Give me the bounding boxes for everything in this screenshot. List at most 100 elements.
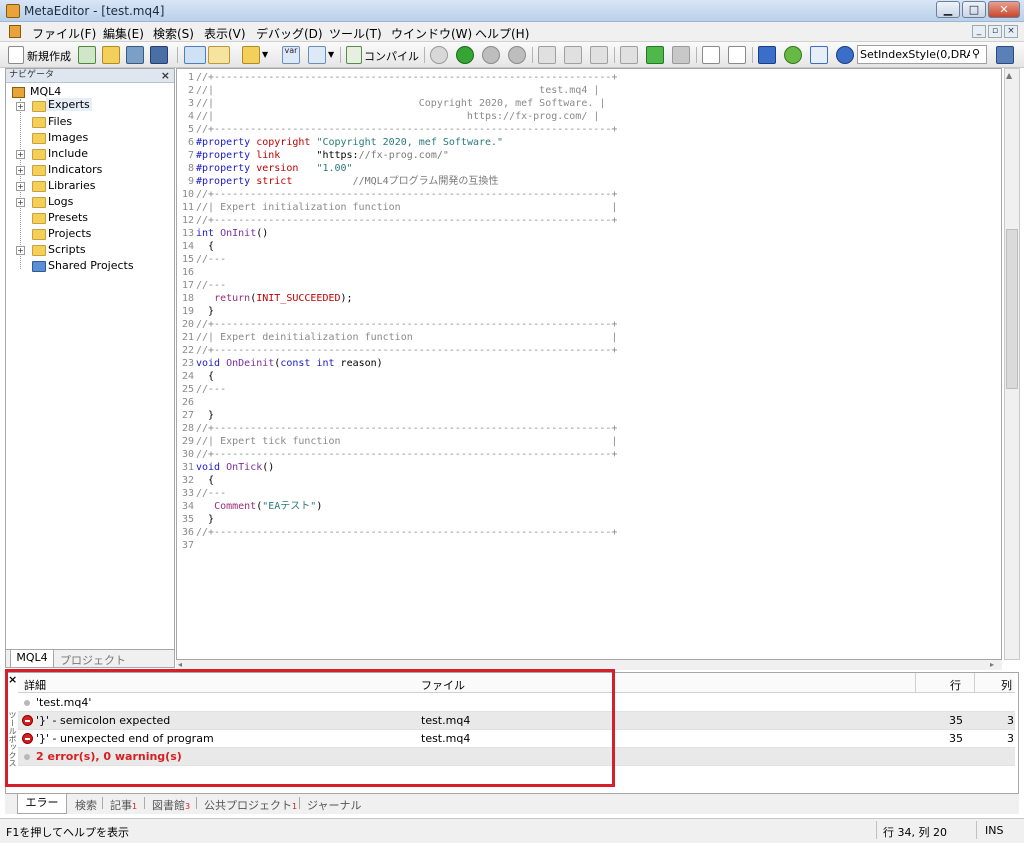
tree-item-files[interactable]: Files (48, 115, 72, 128)
code-line[interactable]: 7 #property link "https://fx-prog.com/" (177, 149, 1001, 162)
menu-search[interactable]: 検索(S) (153, 25, 194, 42)
code-editor[interactable]: 1//+------------------------------------… (176, 68, 1002, 660)
code-line[interactable]: 12//+-----------------------------------… (177, 214, 1001, 227)
new-project-icon[interactable] (78, 46, 96, 64)
mdi-close-button[interactable]: × (1004, 25, 1018, 38)
code-line[interactable]: 4//| https://fx-prog.com/ | (177, 110, 1001, 123)
code-line[interactable]: 8 #property version "1.00" (177, 162, 1001, 175)
scroll-left-icon[interactable]: ◂ (178, 660, 182, 669)
code-line[interactable]: 28//+-----------------------------------… (177, 422, 1001, 435)
pen-icon[interactable] (758, 46, 776, 64)
code-line[interactable]: 25//--- (177, 383, 1001, 396)
vertical-scrollbar[interactable]: ▲ (1004, 68, 1020, 660)
save-icon[interactable] (126, 46, 144, 64)
code-line[interactable]: 32 { (177, 474, 1001, 487)
tab-journal[interactable]: ジャーナル (307, 797, 361, 813)
tree-item-projects[interactable]: Projects (48, 227, 91, 240)
tree-item-logs[interactable]: Logs (48, 195, 73, 208)
tab-mql4[interactable]: MQL4 (10, 650, 54, 668)
compile-icon[interactable] (346, 46, 362, 64)
code-line[interactable]: 6 #property copyright "Copyright 2020, me… (177, 136, 1001, 149)
menu-debug[interactable]: デバッグ(D) (256, 25, 323, 42)
code-line[interactable]: 10//+-----------------------------------… (177, 188, 1001, 201)
history-stop-icon[interactable] (672, 46, 690, 64)
chevron-down-icon[interactable]: ▼ (262, 50, 268, 59)
code-line[interactable]: 2//| test.mq4 | (177, 84, 1001, 97)
code-area[interactable]: 1//+------------------------------------… (177, 71, 1001, 552)
navigator-toggle-icon[interactable] (184, 46, 206, 64)
code-line[interactable]: 17//--- (177, 279, 1001, 292)
tab-public-projects[interactable]: 公共プロジェクト1 (204, 797, 297, 813)
code-line[interactable]: 35 } (177, 513, 1001, 526)
code-line[interactable]: 34 Comment("EAテスト") (177, 500, 1001, 513)
code-line[interactable]: 9 #property strict //MQL4プログラム開発の互換性 (177, 175, 1001, 188)
code-line[interactable]: 23 void OnDeinit(const int reason) (177, 357, 1001, 370)
community-icon[interactable] (996, 46, 1014, 64)
history-start-icon[interactable] (620, 46, 638, 64)
expand-icon[interactable]: + (16, 182, 25, 191)
code-line[interactable]: 20//+-----------------------------------… (177, 318, 1001, 331)
copy-icon[interactable] (702, 46, 720, 64)
scroll-right-icon[interactable]: ▸ (990, 660, 994, 669)
expand-icon[interactable]: + (16, 198, 25, 207)
code-line[interactable]: 29//| Expert tick function | (177, 435, 1001, 448)
mdi-restore-button[interactable]: ▫ (988, 25, 1002, 38)
stop-icon[interactable] (508, 46, 526, 64)
tree-item-indicators[interactable]: Indicators (48, 163, 102, 176)
step-into-icon[interactable] (538, 46, 556, 64)
maximize-button[interactable]: □ (962, 1, 986, 18)
code-line[interactable]: 31 void OnTick() (177, 461, 1001, 474)
tab-errors[interactable]: エラー (17, 794, 67, 814)
play-icon[interactable] (456, 46, 474, 64)
tab-articles[interactable]: 記事1 (110, 797, 137, 813)
toolbox-toggle-icon[interactable] (208, 46, 230, 64)
code-line[interactable]: 30//+-----------------------------------… (177, 448, 1001, 461)
save-all-icon[interactable] (150, 46, 168, 64)
code-line[interactable]: 24 { (177, 370, 1001, 383)
function-icon[interactable] (308, 46, 326, 64)
new-file-icon[interactable] (8, 46, 24, 64)
menu-help[interactable]: ヘルプ(H) (475, 25, 529, 42)
open-folder-icon[interactable] (102, 46, 120, 64)
code-line[interactable]: 21//| Expert deinitialization function | (177, 331, 1001, 344)
search-input[interactable]: SetIndexStyle(0,DRAW ⚲ (857, 45, 987, 64)
terminal-icon[interactable] (810, 46, 828, 64)
scroll-thumb[interactable] (1006, 229, 1018, 389)
expand-icon[interactable]: + (16, 166, 25, 175)
code-line[interactable]: 18 return(INIT_SUCCEEDED); (177, 292, 1001, 305)
code-line[interactable]: 27 } (177, 409, 1001, 422)
column-col[interactable]: 列 (1001, 677, 1012, 693)
var-icon[interactable]: var (282, 46, 300, 64)
code-line[interactable]: 26 (177, 396, 1001, 409)
code-line[interactable]: 22//+-----------------------------------… (177, 344, 1001, 357)
code-line[interactable]: 3//| Copyright 2020, mef Software. | (177, 97, 1001, 110)
find-in-files-icon[interactable] (728, 46, 746, 64)
search-icon[interactable]: ⚲ (972, 47, 980, 60)
tree-item-shared-projects[interactable]: Shared Projects (48, 259, 134, 272)
code-line[interactable]: 33//--- (177, 487, 1001, 500)
scroll-up-icon[interactable]: ▲ (1006, 71, 1012, 80)
column-line[interactable]: 行 (950, 677, 961, 693)
tree-item-experts[interactable]: Experts (46, 98, 92, 111)
market-icon[interactable] (784, 46, 802, 64)
compile-button-label[interactable]: コンパイル (364, 48, 419, 64)
new-button-label[interactable]: 新規作成 (27, 48, 71, 64)
gear-icon[interactable] (836, 46, 854, 64)
tab-library[interactable]: 図書館3 (152, 797, 190, 813)
code-line[interactable]: 14 { (177, 240, 1001, 253)
menu-file[interactable]: ファイル(F) (32, 25, 96, 42)
code-line[interactable]: 11//| Expert initialization function | (177, 201, 1001, 214)
code-line[interactable]: 15//--- (177, 253, 1001, 266)
tree-item-libraries[interactable]: Libraries (48, 179, 96, 192)
expand-icon[interactable]: + (16, 102, 25, 111)
tree-item-scripts[interactable]: Scripts (48, 243, 86, 256)
pause-icon[interactable] (482, 46, 500, 64)
close-button[interactable]: ✕ (988, 1, 1020, 18)
code-line[interactable]: 5//+------------------------------------… (177, 123, 1001, 136)
code-line[interactable]: 16 (177, 266, 1001, 279)
tab-project[interactable]: プロジェクト (60, 652, 126, 668)
menu-edit[interactable]: 編集(E) (103, 25, 144, 42)
menu-tools[interactable]: ツール(T) (329, 25, 382, 42)
step-out-icon[interactable] (590, 46, 608, 64)
styler-icon[interactable] (242, 46, 260, 64)
